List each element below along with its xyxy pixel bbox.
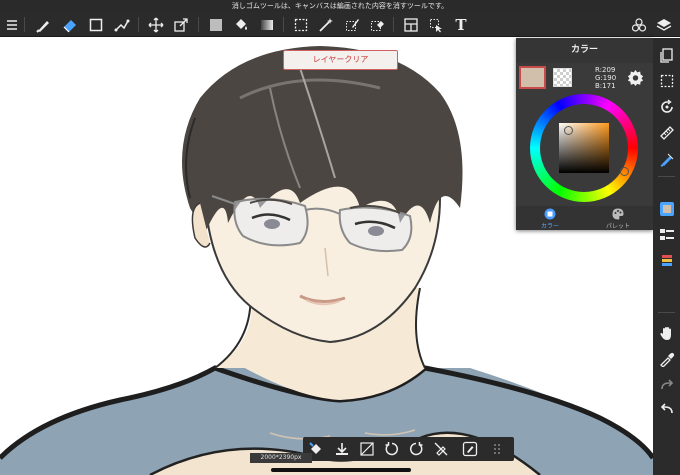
top-toolbar: T	[0, 12, 680, 37]
home-indicator	[271, 468, 411, 472]
color-panel-tabs: カラー パレット	[516, 206, 653, 230]
tool-hint-text: 消しゴムツールは、キャンバスは編画された内容を消すツールです。	[0, 0, 680, 12]
text-tool-glyph: T	[455, 15, 467, 34]
tab-palette[interactable]: パレット	[584, 206, 652, 230]
sub-color-swatch[interactable]	[553, 68, 572, 87]
select-pen-icon[interactable]	[342, 15, 362, 34]
color-panel-icon[interactable]	[656, 198, 677, 219]
color-panel: カラー R:209 G:190 B:171 カラー パレット	[516, 38, 653, 230]
palette-icon	[612, 208, 624, 220]
move-icon[interactable]	[146, 15, 166, 34]
tab-color-label: カラー	[540, 223, 559, 230]
grip-icon[interactable]	[489, 440, 507, 458]
layers-list-icon[interactable]	[656, 224, 677, 245]
canvas-size-label: 2000*2390px	[250, 453, 312, 463]
app-window: 消しゴムツールは、キャンバスは編画された内容を消すツールです。 T レイヤークリ…	[0, 0, 680, 475]
magic-wand-icon[interactable]	[316, 15, 336, 34]
materials-icon[interactable]	[629, 15, 649, 34]
redo-icon[interactable]	[656, 374, 677, 395]
pages-icon[interactable]	[656, 44, 677, 65]
rotate-right-icon[interactable]	[407, 440, 425, 458]
undo-icon[interactable]	[656, 398, 677, 419]
no-snap-icon[interactable]	[432, 440, 450, 458]
rgb-b-value: B:171	[595, 82, 616, 90]
rgb-g-value: G:190	[595, 74, 617, 82]
snap-pen-icon[interactable]	[656, 148, 677, 169]
text-icon[interactable]: T	[451, 15, 471, 34]
bucket-icon[interactable]	[231, 15, 251, 34]
import-icon[interactable]	[333, 440, 351, 458]
layers-icon[interactable]	[654, 15, 674, 34]
tab-palette-label: パレット	[605, 223, 630, 230]
color-panel-title: カラー	[516, 38, 653, 63]
hue-handle[interactable]	[620, 167, 629, 176]
eyedropper-icon[interactable]	[656, 348, 677, 369]
fill-color-icon[interactable]	[206, 15, 226, 34]
gradient-icon[interactable]	[257, 15, 277, 34]
bottom-toolbar	[303, 437, 514, 461]
pen-nodes-icon[interactable]	[112, 15, 132, 34]
rgb-readout: R:209 G:190 B:171	[595, 66, 616, 90]
transform-icon[interactable]	[171, 15, 191, 34]
rgb-r-value: R:209	[595, 66, 616, 74]
fill-edit-icon[interactable]	[461, 440, 479, 458]
brush-icon[interactable]	[33, 15, 53, 34]
sv-handle[interactable]	[564, 126, 573, 135]
rotate-left-icon[interactable]	[383, 440, 401, 458]
select-rect-icon[interactable]	[291, 15, 311, 34]
select-eraser-icon[interactable]	[367, 15, 387, 34]
layer-clear-button[interactable]: レイヤークリア	[283, 50, 398, 70]
hand-icon[interactable]	[656, 322, 677, 343]
menu-icon[interactable]	[2, 15, 22, 34]
flip-icon[interactable]	[358, 440, 376, 458]
select-move-icon[interactable]	[426, 15, 446, 34]
color-circle-icon	[544, 208, 556, 220]
gear-icon[interactable]	[627, 69, 644, 86]
brush-list-icon[interactable]	[656, 250, 677, 271]
rectangle-icon[interactable]	[86, 15, 106, 34]
panel-layout-icon[interactable]	[401, 15, 421, 34]
right-toolbar	[653, 38, 680, 475]
main-color-swatch[interactable]	[519, 66, 546, 89]
tab-color[interactable]: カラー	[516, 206, 584, 230]
eraser-icon[interactable]	[60, 15, 80, 34]
selection-icon[interactable]	[656, 70, 677, 91]
ruler-icon[interactable]	[656, 122, 677, 143]
rotate-icon[interactable]	[656, 96, 677, 117]
